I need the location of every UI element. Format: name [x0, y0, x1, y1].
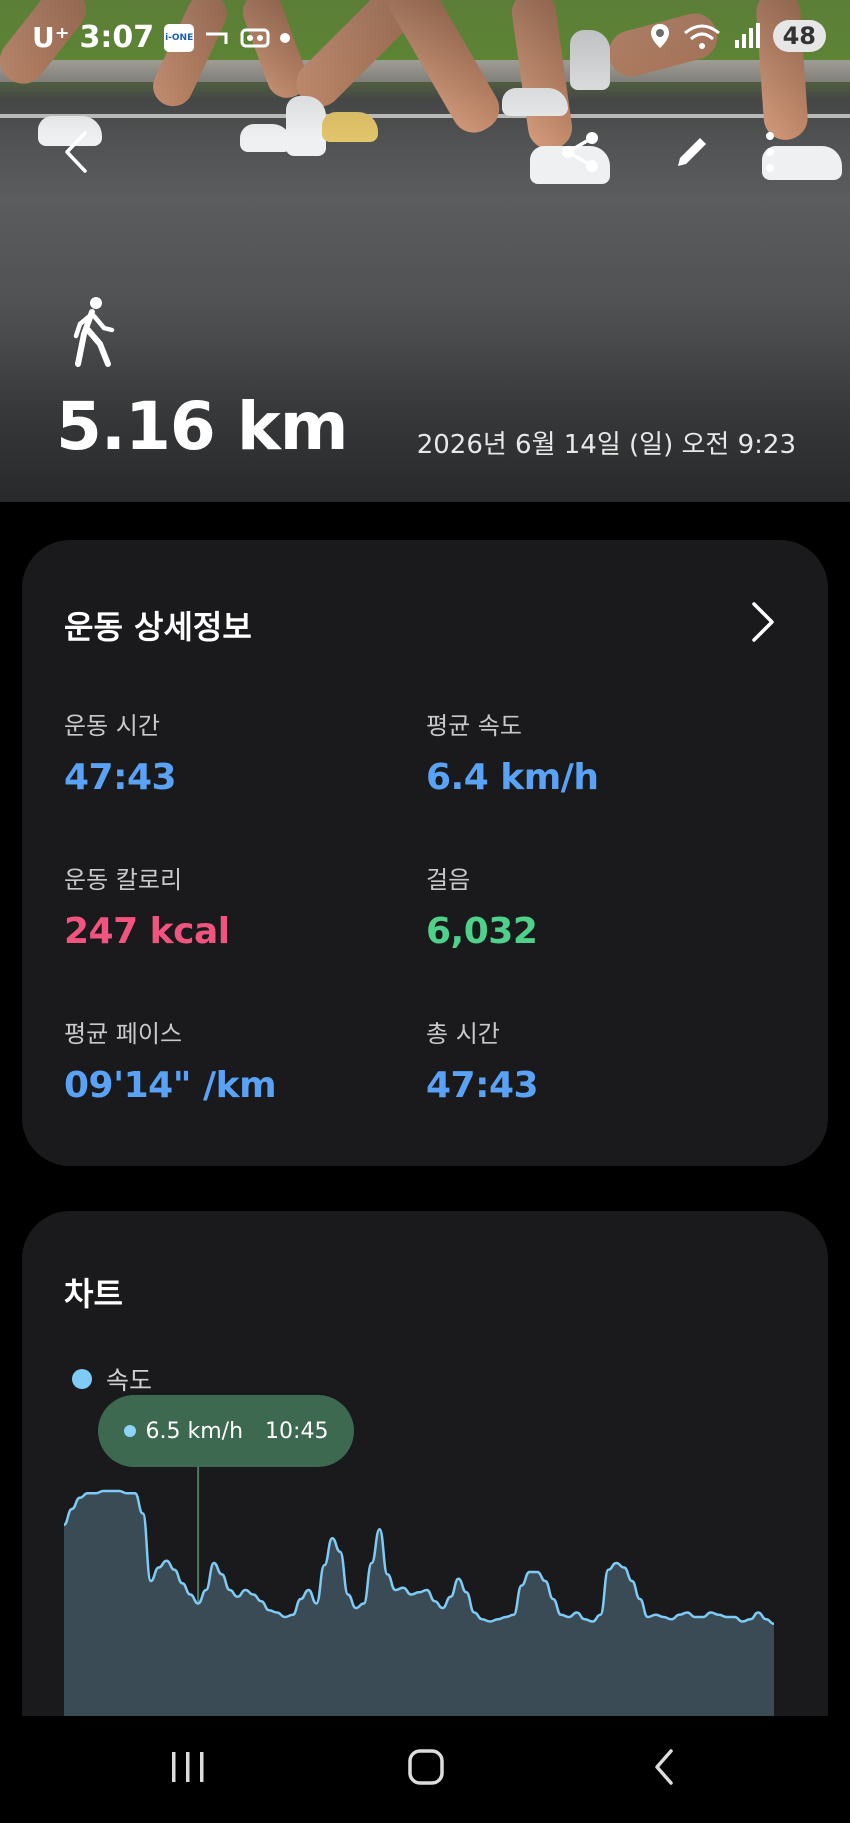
- chart-tooltip: 6.5 km/h 10:45: [98, 1395, 354, 1467]
- share-icon: [562, 132, 598, 172]
- status-time: 3:07: [79, 20, 155, 55]
- workout-detail-card[interactable]: 운동 상세정보 운동 시간 47:43 평균 속도 6.4 km/h 운동 칼로…: [22, 540, 828, 1166]
- metric-steps: 걸음 6,032: [426, 860, 538, 952]
- signal-icon: [734, 23, 760, 48]
- chevron-left-icon: [65, 131, 87, 173]
- navigation-bar: [0, 1716, 850, 1823]
- cast-icon: [206, 32, 228, 44]
- nav-back-button[interactable]: [634, 1742, 694, 1792]
- back-button[interactable]: [52, 128, 100, 176]
- metric-value: 247 kcal: [64, 911, 230, 952]
- notification-dot-icon: [280, 32, 291, 43]
- more-vertical-icon: [766, 132, 774, 172]
- metric-value: 47:43: [64, 757, 177, 798]
- hero-image: U⁺ 3:07 i-ONE 48 5.16 km 2026년 6월 14일 (일…: [0, 0, 850, 502]
- recent-apps-button[interactable]: [158, 1742, 218, 1792]
- metric-value: 47:43: [426, 1065, 539, 1106]
- tooltip-time: 10:45: [265, 1418, 329, 1444]
- recent-apps-icon: [172, 1752, 204, 1782]
- share-button[interactable]: [556, 128, 604, 176]
- metric-label: 걸음: [426, 866, 471, 894]
- workout-datetime: 2026년 6월 14일 (일) 오전 9:23: [416, 430, 796, 460]
- voicemail-icon: [240, 28, 270, 47]
- edit-button[interactable]: [668, 128, 716, 176]
- metric-label: 평균 페이스: [64, 1020, 183, 1048]
- metric-average-speed: 평균 속도 6.4 km/h: [426, 706, 599, 798]
- metric-calories: 운동 칼로리 247 kcal: [64, 860, 230, 952]
- home-icon: [408, 1749, 444, 1785]
- speed-area: [64, 1491, 774, 1716]
- metric-label: 총 시간: [426, 1020, 500, 1048]
- battery-indicator: 48: [772, 20, 826, 52]
- wifi-icon: [683, 24, 720, 49]
- metric-label: 운동 시간: [64, 712, 160, 740]
- chevron-right-icon[interactable]: [748, 600, 778, 644]
- app-badge-icon: i-ONE: [164, 23, 195, 52]
- metric-value: 09'14" /km: [64, 1065, 277, 1106]
- carrier-label: U⁺: [32, 21, 70, 54]
- metric-value: 6.4 km/h: [426, 757, 599, 798]
- distance-value: 5.16 km: [56, 388, 348, 465]
- location-icon: [650, 24, 669, 48]
- tooltip-dot-icon: [123, 1425, 136, 1437]
- metric-label: 평균 속도: [426, 712, 522, 740]
- walking-icon: [73, 297, 115, 367]
- more-options-button[interactable]: [746, 128, 794, 176]
- home-button[interactable]: [396, 1742, 456, 1792]
- metric-exercise-time: 운동 시간 47:43: [64, 706, 177, 798]
- status-bar: U⁺ 3:07 i-ONE 48: [0, 0, 850, 76]
- back-icon: [655, 1749, 673, 1785]
- detail-card-title: 운동 상세정보: [64, 608, 252, 646]
- metric-average-pace: 평균 페이스 09'14" /km: [64, 1014, 277, 1106]
- metric-label: 운동 칼로리: [64, 866, 183, 894]
- pencil-icon: [678, 138, 706, 166]
- metric-total-time: 총 시간 47:43: [426, 1014, 539, 1106]
- tooltip-value: 6.5 km/h: [145, 1418, 244, 1444]
- metric-value: 6,032: [426, 911, 538, 952]
